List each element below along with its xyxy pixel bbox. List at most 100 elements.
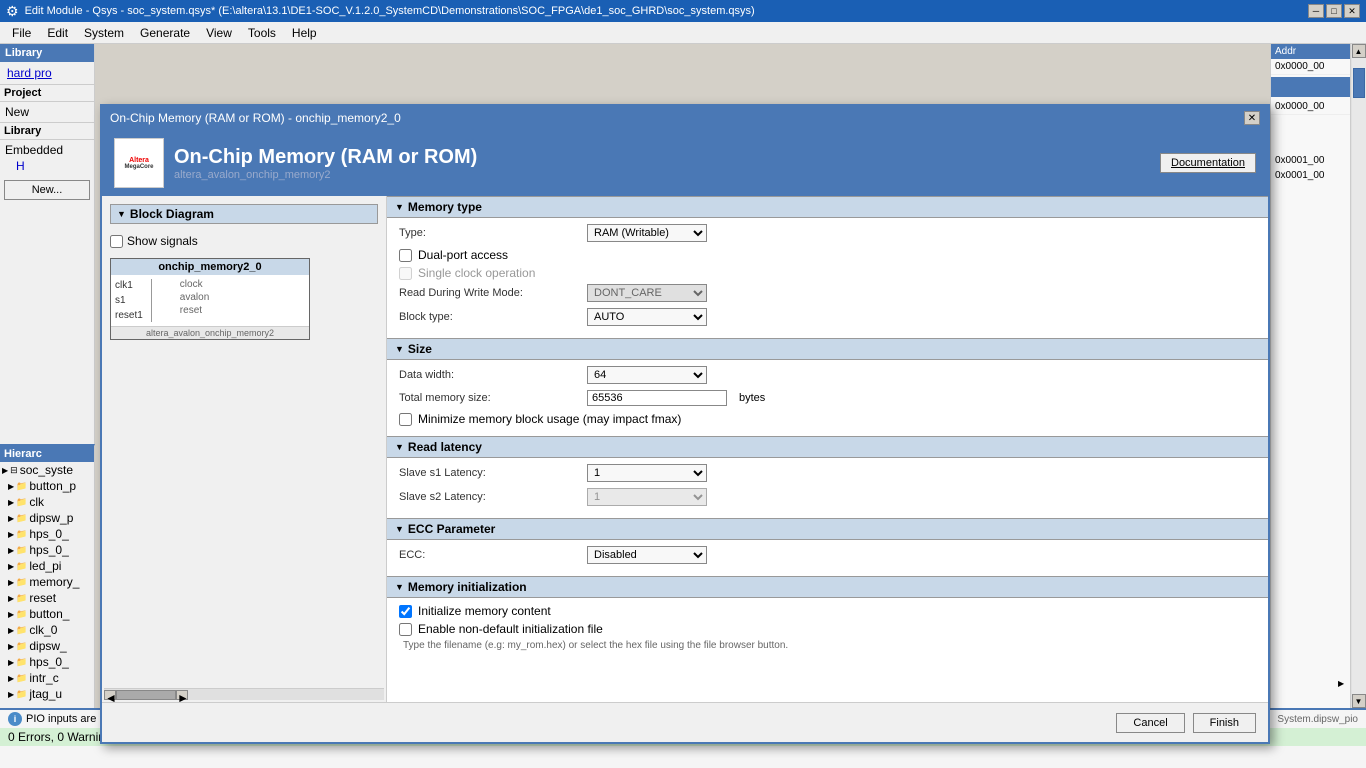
library-label: Library [4,125,41,137]
slave-s2-label: Slave s2 Latency: [399,491,579,503]
hier-led2[interactable]: ▶📁led_pi [0,702,94,704]
menu-generate[interactable]: Generate [132,24,198,42]
hier-button-p[interactable]: ▶📁button_p [0,478,94,494]
ecc-header[interactable]: ▼ ECC Parameter [387,518,1268,540]
hier-clk0[interactable]: ▶📁clk_0 [0,622,94,638]
dialog-header: Altera MegaCore On-Chip Memory (RAM or R… [102,130,1268,196]
minimize-row: Minimize memory block usage (may impact … [399,412,1256,426]
data-width-label: Data width: [399,369,579,381]
scroll-left-btn[interactable]: ◄ [104,690,116,700]
slave-s1-select[interactable]: 1 2 [587,464,707,482]
block-diagram-header[interactable]: ▼ Block Diagram [110,204,378,224]
dialog-close-button[interactable]: ✕ [1244,111,1260,125]
addr-header: Addr [1271,44,1350,59]
hier-intr[interactable]: ▶📁intr_c [0,670,94,686]
addr-scroll-right[interactable]: ▶ [1338,679,1350,688]
new-button[interactable]: New... [4,180,90,200]
dialog-header-info: On-Chip Memory (RAM or ROM) altera_avalo… [174,146,477,181]
hier-button2[interactable]: ▶📁button_ [0,606,94,622]
hier-hps0c[interactable]: ▶📁hps_0_ [0,654,94,670]
hier-jtag[interactable]: ▶📁jtag_u [0,686,94,702]
megacore-logo-text: Altera MegaCore [124,157,153,170]
data-width-select[interactable]: 8 16 32 64 128 [587,366,707,384]
total-memory-row: Total memory size: bytes [399,390,1256,406]
hier-dipsw[interactable]: ▶📁dipsw_p [0,510,94,526]
cancel-button[interactable]: Cancel [1116,713,1184,733]
scroll-thumb[interactable] [1353,68,1365,98]
size-content: Data width: 8 16 32 64 128 Total memory … [387,360,1268,436]
horizontal-scrollbar[interactable]: ◄ ► [104,688,384,700]
menu-edit[interactable]: Edit [39,24,76,42]
window-controls: ─ □ ✕ [1308,4,1360,18]
scroll-right-btn[interactable]: ► [176,690,188,700]
hier-memory[interactable]: ▶📁memory_ [0,574,94,590]
single-clock-checkbox[interactable] [399,267,412,280]
block-type-select[interactable]: AUTO [587,308,707,326]
menu-view[interactable]: View [198,24,240,42]
hier-led-pi[interactable]: ▶📁led_pi [0,558,94,574]
memory-init-header[interactable]: ▼ Memory initialization [387,576,1268,598]
block-diagram-collapse[interactable]: ▼ [117,209,126,219]
menu-help[interactable]: Help [284,24,325,42]
menu-file[interactable]: File [4,24,39,42]
memory-type-content: Type: RAM (Writable) ROM (Read-only) Dua… [387,218,1268,338]
type-select[interactable]: RAM (Writable) ROM (Read-only) [587,224,707,242]
dialog-body: ▼ Block Diagram Show signals onchip_memo… [102,196,1268,702]
info-icon: i [8,712,22,726]
bytes-label: bytes [739,392,765,404]
size-label: Size [408,342,432,356]
memory-init-label: Memory initialization [408,580,527,594]
total-memory-input[interactable] [587,390,727,406]
minimize-checkbox[interactable] [399,413,412,426]
dual-port-checkbox[interactable] [399,249,412,262]
scroll-down-btn[interactable]: ▼ [1352,694,1366,708]
memory-type-collapse-icon: ▼ [395,202,404,212]
close-button[interactable]: ✕ [1344,4,1360,18]
finish-button[interactable]: Finish [1193,713,1256,733]
read-latency-content: Slave s1 Latency: 1 2 Slave s2 Latency: … [387,458,1268,518]
scroll-up-btn[interactable]: ▲ [1352,44,1366,58]
hier-hps-0b[interactable]: ▶📁hps_0_ [0,542,94,558]
menu-system[interactable]: System [76,24,132,42]
documentation-button[interactable]: Documentation [1160,153,1256,173]
component-ports: clk1 s1 reset1 clock avalon reset [111,275,309,326]
h-item[interactable]: H [4,158,90,174]
port-right: clock avalon reset [180,279,209,322]
scrollbar-thumb[interactable] [116,690,176,700]
show-signals-checkbox[interactable] [110,235,123,248]
embedded-item[interactable]: Embedded [4,142,90,158]
hier-hps-0a[interactable]: ▶📁hps_0_ [0,526,94,542]
memory-init-content: Initialize memory content Enable non-def… [387,598,1268,657]
port-clk1: clk1 [115,279,143,292]
dialog: On-Chip Memory (RAM or ROM) - onchip_mem… [100,104,1270,744]
init-file-checkbox[interactable] [399,623,412,636]
ecc-select[interactable]: Disabled Enabled [587,546,707,564]
hierarchy-items: ▶⊟soc_syste ▶📁button_p ▶📁clk ▶📁dipsw_p ▶… [0,462,94,704]
ecc-collapse-icon: ▼ [395,524,404,534]
component-footer: altera_avalon_onchip_memory2 [111,326,309,339]
size-header[interactable]: ▼ Size [387,338,1268,360]
hier-reset[interactable]: ▶📁reset [0,590,94,606]
scroll-track[interactable] [1352,58,1366,694]
ecc-row: ECC: Disabled Enabled [399,546,1256,564]
hier-dipsw2[interactable]: ▶📁dipsw_ [0,638,94,654]
memory-type-header[interactable]: ▼ Memory type [387,196,1268,218]
block-diagram-label: Block Diagram [130,207,214,221]
right-scrollbar[interactable]: ▲ ▼ [1350,44,1366,708]
new-item[interactable]: New [4,104,90,120]
settings-panel: ▼ Memory type Type: RAM (Writable) ROM (… [387,196,1268,702]
addr-bar-0 [1271,77,1350,97]
hier-soc-system[interactable]: ▶⊟soc_syste [0,462,94,478]
read-write-select[interactable]: DONT_CARE [587,284,707,302]
init-content-checkbox[interactable] [399,605,412,618]
minimize-button[interactable]: ─ [1308,4,1324,18]
read-latency-header[interactable]: ▼ Read latency [387,436,1268,458]
size-collapse-icon: ▼ [395,344,404,354]
hard-pro-item[interactable]: hard pro [3,65,91,81]
type-row: Type: RAM (Writable) ROM (Read-only) [399,224,1256,242]
hier-clk[interactable]: ▶📁clk [0,494,94,510]
menu-tools[interactable]: Tools [240,24,284,42]
slave-s1-label: Slave s1 Latency: [399,467,579,479]
maximize-button[interactable]: □ [1326,4,1342,18]
slave-s2-select[interactable]: 1 [587,488,707,506]
